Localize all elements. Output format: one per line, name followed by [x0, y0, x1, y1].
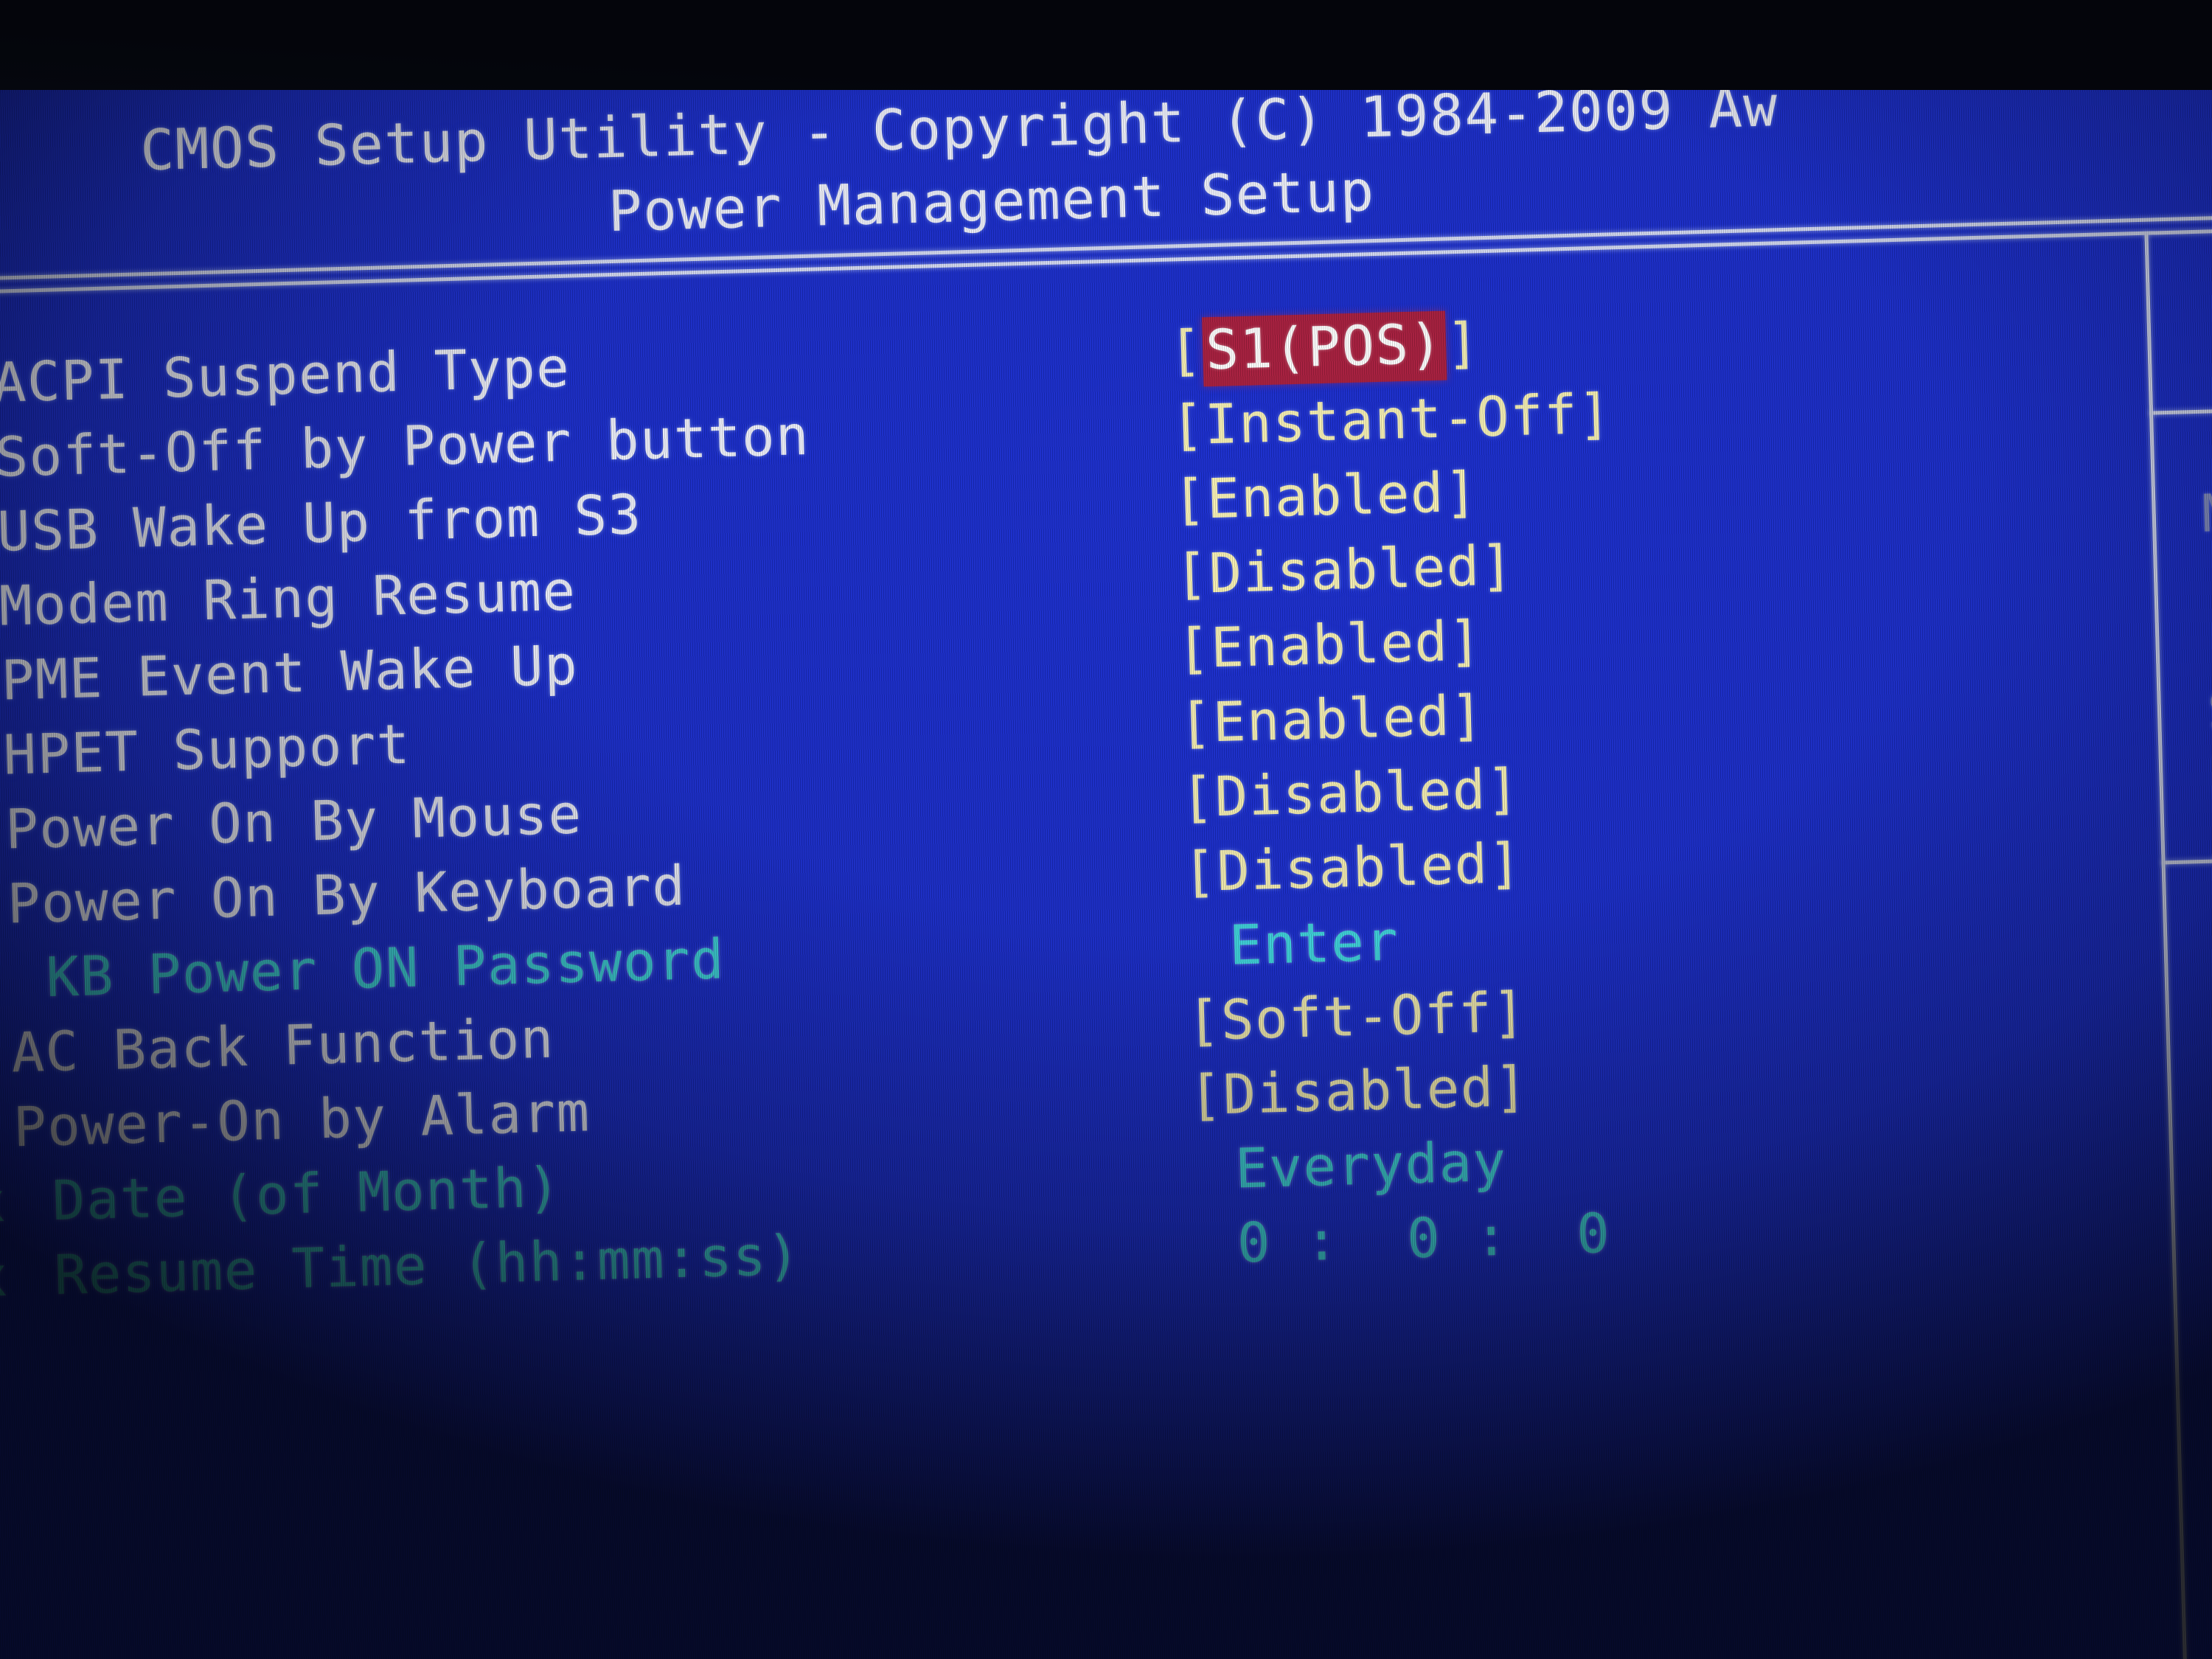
- option-value[interactable]: [Disabled]: [1182, 832, 1523, 904]
- option-value[interactable]: 0 : 0 : 0: [1237, 1202, 1612, 1276]
- side-panel-text-fragment: [: [2205, 615, 2212, 677]
- crt-panel: CMOS Setup Utility - Copyright (C) 1984-…: [0, 24, 2212, 1659]
- value-open-bracket: [: [1180, 765, 1216, 830]
- value-open-bracket: [: [1174, 542, 1210, 607]
- side-panel-text-fragment: S: [2206, 680, 2212, 742]
- option-value[interactable]: Everyday: [1234, 1130, 1507, 1201]
- option-label[interactable]: USB Wake Up from S3: [0, 483, 643, 564]
- option-value[interactable]: [Disabled]: [1174, 534, 1515, 606]
- option-value[interactable]: [Disabled]: [1180, 757, 1522, 830]
- value-close-bracket: ]: [1449, 684, 1486, 748]
- row-disabled-marker: x: [0, 1245, 10, 1310]
- bios-screenshot: CMOS Setup Utility - Copyright (C) 1984-…: [0, 0, 2212, 1659]
- option-value[interactable]: [Enabled]: [1172, 460, 1480, 532]
- value-close-bracket: ]: [1443, 460, 1480, 525]
- value-open-bracket: [: [1182, 840, 1218, 905]
- option-label[interactable]: Power-On by Alarm: [13, 1080, 591, 1159]
- value-text[interactable]: Enabled: [1206, 462, 1445, 532]
- value-text[interactable]: Disabled: [1214, 758, 1487, 829]
- option-value[interactable]: [Soft-Off]: [1186, 981, 1528, 1053]
- option-value[interactable]: Enter: [1228, 909, 1399, 977]
- option-label[interactable]: Power On By Keyboard: [7, 855, 687, 936]
- side-panel-text-fragment: P: [2208, 745, 2212, 807]
- value-close-bracket: ]: [1491, 980, 1528, 1046]
- value-text[interactable]: Enter: [1228, 909, 1399, 977]
- option-label[interactable]: ACPI Suspend Type: [0, 336, 571, 415]
- option-label[interactable]: AC Back Function: [10, 1007, 555, 1085]
- option-value[interactable]: [Enabled]: [1176, 609, 1484, 681]
- value-open-bracket: [: [1172, 467, 1208, 532]
- option-value[interactable]: [Disabled]: [1188, 1055, 1529, 1127]
- value-close-bracket: ]: [1577, 382, 1613, 447]
- value-open-bracket: [: [1188, 1063, 1224, 1128]
- option-value[interactable]: [Enabled]: [1178, 684, 1486, 755]
- value-text[interactable]: Soft-Off: [1220, 981, 1493, 1052]
- option-label[interactable]: Date (of Month): [52, 1155, 563, 1233]
- selected-value[interactable]: S1(POS): [1202, 310, 1447, 387]
- option-label[interactable]: KB Power ON Password: [46, 928, 726, 1009]
- value-text[interactable]: Instant-Off: [1204, 383, 1579, 457]
- value-text[interactable]: Disabled: [1208, 535, 1481, 605]
- value-text[interactable]: Enabled: [1212, 684, 1451, 754]
- value-open-bracket: [: [1169, 393, 1206, 458]
- value-text[interactable]: 0 : 0 : 0: [1237, 1202, 1612, 1276]
- value-text[interactable]: Disabled: [1216, 832, 1489, 903]
- value-open-bracket: [: [1178, 691, 1214, 756]
- row-disabled-marker: x: [0, 947, 1, 1012]
- value-text[interactable]: Disabled: [1222, 1056, 1495, 1127]
- value-text[interactable]: Everyday: [1234, 1130, 1507, 1201]
- option-value[interactable]: [S1(POS)]: [1168, 310, 1481, 387]
- option-label[interactable]: Soft-Off by Power button: [0, 404, 810, 490]
- value-close-bracket: ]: [1445, 311, 1481, 376]
- option-label[interactable]: PME Event Wake Up: [1, 633, 580, 712]
- page-subtitle: Power Management Setup: [607, 158, 1376, 245]
- panel-horizontal-divider-1: [2149, 407, 2212, 415]
- value-open-bracket: [: [1186, 989, 1222, 1054]
- screen-bezel-top: [0, 0, 2212, 90]
- value-text[interactable]: Enabled: [1210, 611, 1449, 681]
- option-label[interactable]: HPET Support: [2, 713, 411, 787]
- value-close-bracket: ]: [1485, 757, 1522, 822]
- value-close-bracket: ]: [1447, 609, 1484, 674]
- value-open-bracket: [: [1176, 616, 1212, 681]
- panel-horizontal-divider-2: [2161, 857, 2212, 865]
- value-close-bracket: ]: [1493, 1054, 1529, 1120]
- option-label[interactable]: Resume Time (hh:mm:ss): [53, 1224, 801, 1307]
- option-label[interactable]: Power On By Mouse: [4, 782, 583, 861]
- header-rule-bottom: [0, 227, 2212, 294]
- side-panel-text-fragment: M: [2201, 482, 2212, 544]
- option-label[interactable]: Modem Ring Resume: [0, 560, 577, 639]
- value-close-bracket: ]: [1479, 534, 1515, 599]
- option-value[interactable]: [Instant-Off]: [1170, 382, 1613, 457]
- value-close-bracket: ]: [1487, 831, 1523, 897]
- row-disabled-marker: x: [0, 1170, 8, 1235]
- value-open-bracket: [: [1168, 319, 1204, 383]
- panel-vertical-divider: [2144, 232, 2188, 1659]
